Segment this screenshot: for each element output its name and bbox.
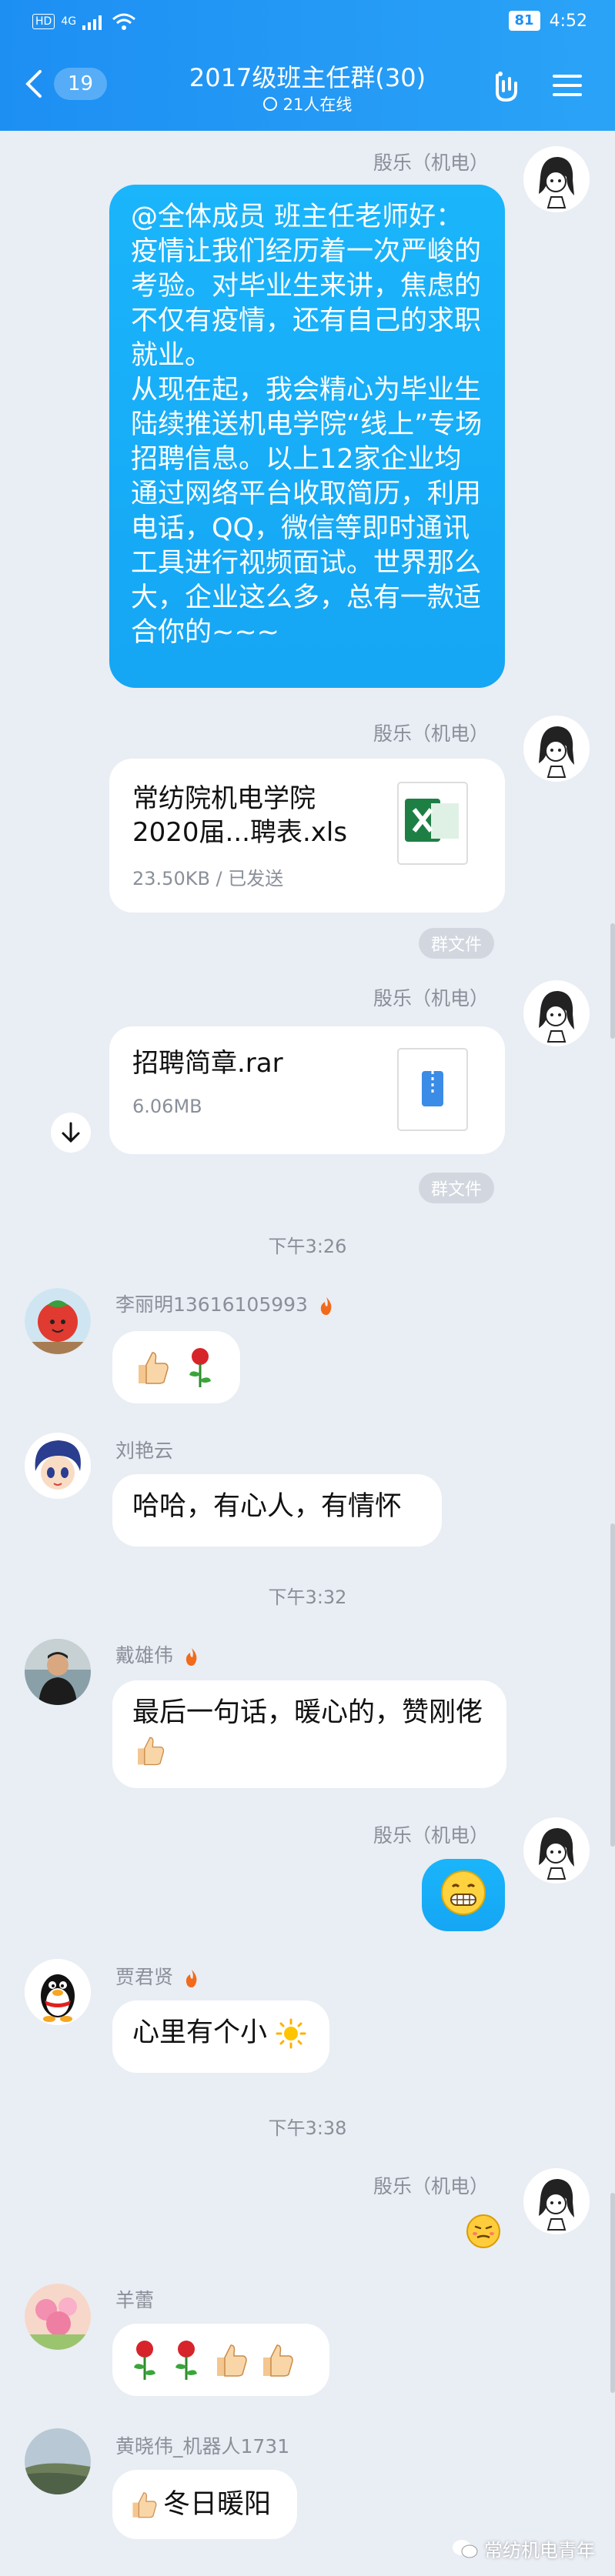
message-bubble[interactable]: 哈哈，有心人，有情怀	[112, 1474, 442, 1547]
chat-header: 19 2017级班主任群(30) 21人在线	[0, 46, 615, 131]
clock: 4:52	[549, 11, 587, 31]
grin-emoji-icon	[441, 1870, 486, 1915]
rose-icon	[175, 2341, 197, 2380]
avatar[interactable]	[523, 2168, 590, 2234]
message-bubble[interactable]: @全体成员 班主任老师好：疫情让我们经历着一次严峻的考验。对毕业生来讲，焦虑的不…	[109, 185, 505, 688]
signal-icon	[82, 15, 102, 30]
message-bubble[interactable]: 心里有个小	[112, 2000, 329, 2073]
file-meta: 23.50KB / 已发送	[132, 868, 284, 889]
file-name: 常纺院机电学院2020届...聘表.xls	[132, 783, 348, 848]
battery-icon: 81	[508, 11, 540, 31]
avatar[interactable]	[25, 1433, 91, 1499]
emoji-message-bubble[interactable]	[422, 1859, 505, 1931]
sender-name: 殷乐（机电）	[373, 722, 489, 745]
flame-badge-icon	[186, 1648, 197, 1666]
sender-name: 黄晓伟_机器人1731	[115, 2435, 290, 2458]
sender-name: 殷乐（机电）	[373, 152, 489, 174]
message-bubble[interactable]: 冬日暖阳	[112, 2470, 297, 2539]
avatar[interactable]	[25, 1288, 91, 1354]
flame-badge-icon	[320, 1297, 332, 1315]
group-app-icon[interactable]	[486, 66, 525, 105]
rose-icon	[189, 1348, 211, 1387]
girl-avatar-icon	[523, 2168, 590, 2234]
anime-avatar-icon	[25, 1433, 91, 1499]
message-bubble[interactable]: 最后一句话，暖心的，赞刚佬	[112, 1680, 506, 1788]
thumbs-up-icon	[263, 2344, 293, 2377]
status-left-icons: HD 4G	[32, 12, 136, 31]
status-right: 81 4:52	[508, 11, 587, 31]
qq-penguin-avatar-icon	[25, 1959, 91, 2025]
sender-name: 殷乐（机电）	[373, 1824, 489, 1847]
download-arrow-icon	[62, 1122, 80, 1143]
message-text: 心里有个小	[132, 2017, 268, 2048]
online-dot-icon	[262, 97, 277, 111]
emoji-message-bubble[interactable]	[112, 1331, 240, 1403]
watermark: 常纺机电青年	[452, 2535, 595, 2562]
thumbs-up-icon	[138, 1737, 165, 1766]
timestamp: 下午3:32	[268, 1587, 347, 1608]
sender-name: 贾君贤	[115, 1962, 199, 1990]
girl-avatar-icon	[523, 980, 590, 1046]
download-button[interactable]	[51, 1113, 91, 1153]
group-file-tag[interactable]: 群文件	[419, 1173, 495, 1203]
archive-file-icon	[397, 1048, 468, 1131]
avatar[interactable]	[523, 1817, 590, 1884]
sender-name-text: 戴雄伟	[115, 1644, 174, 1667]
avatar[interactable]	[523, 716, 590, 782]
scroll-indicator	[610, 1523, 615, 1847]
sender-name: 殷乐（机电）	[373, 2175, 489, 2197]
embarrassed-emoji-icon[interactable]	[465, 2213, 502, 2250]
group-file-tag[interactable]: 群文件	[419, 928, 495, 959]
message-text: 最后一句话，暖心的，赞刚佬	[132, 1697, 483, 1728]
avatar[interactable]	[25, 1639, 91, 1705]
file-message-card[interactable]: 常纺院机电学院2020届...聘表.xls 23.50KB / 已发送	[109, 759, 505, 913]
hd-icon: HD	[32, 14, 55, 29]
flame-badge-icon	[186, 1970, 197, 1987]
timestamp: 下午3:38	[268, 2117, 347, 2139]
girl-avatar-icon	[523, 146, 590, 212]
avatar[interactable]	[523, 980, 590, 1046]
watermark-text: 常纺机电青年	[484, 2540, 595, 2561]
thumbs-up-icon	[139, 1352, 169, 1384]
scroll-indicator	[610, 2193, 615, 2393]
file-message-card[interactable]: 招聘简章.rar 6.06MB	[109, 1026, 505, 1154]
wechat-icon	[453, 2539, 478, 2558]
girl-avatar-icon	[523, 716, 590, 782]
landscape-avatar-icon	[25, 2428, 91, 2494]
sender-name-text: 李丽明13616105993	[115, 1293, 308, 1316]
sender-name: 刘艳云	[115, 1440, 174, 1462]
sender-name: 羊蕾	[115, 2289, 155, 2311]
excel-file-icon	[397, 782, 468, 865]
sender-name: 殷乐（机电）	[373, 987, 489, 1009]
wifi-icon	[112, 13, 136, 30]
girl-avatar-icon	[523, 1817, 590, 1884]
flower-avatar-icon	[25, 2284, 91, 2350]
man-avatar-icon	[25, 1639, 91, 1705]
sender-name: 戴雄伟	[115, 1640, 199, 1668]
rose-icon	[134, 2341, 155, 2380]
sender-name-text: 贾君贤	[115, 1966, 174, 1988]
strawberry-avatar-icon	[25, 1288, 91, 1354]
avatar[interactable]	[523, 146, 590, 212]
emoji-message-bubble[interactable]	[112, 2324, 329, 2396]
avatar[interactable]	[25, 2428, 91, 2494]
online-count: 21人在线	[282, 95, 353, 114]
scroll-indicator	[610, 923, 615, 1039]
menu-icon[interactable]	[548, 66, 587, 105]
sender-name: 李丽明13616105993	[115, 1290, 334, 1317]
thumbs-up-icon	[217, 2344, 247, 2377]
avatar[interactable]	[25, 2284, 91, 2350]
sun-icon	[276, 2018, 306, 2049]
status-bar: HD 4G 81 4:52	[0, 0, 615, 46]
file-meta: 6.06MB	[132, 1096, 202, 1117]
message-text: 冬日暖阳	[163, 2489, 272, 2520]
network-4g-icon: 4G	[61, 15, 77, 28]
file-name: 招聘简章.rar	[132, 1048, 283, 1079]
thumbs-up-icon	[132, 2492, 157, 2518]
avatar[interactable]	[25, 1959, 91, 2025]
timestamp: 下午3:26	[268, 1236, 347, 1257]
